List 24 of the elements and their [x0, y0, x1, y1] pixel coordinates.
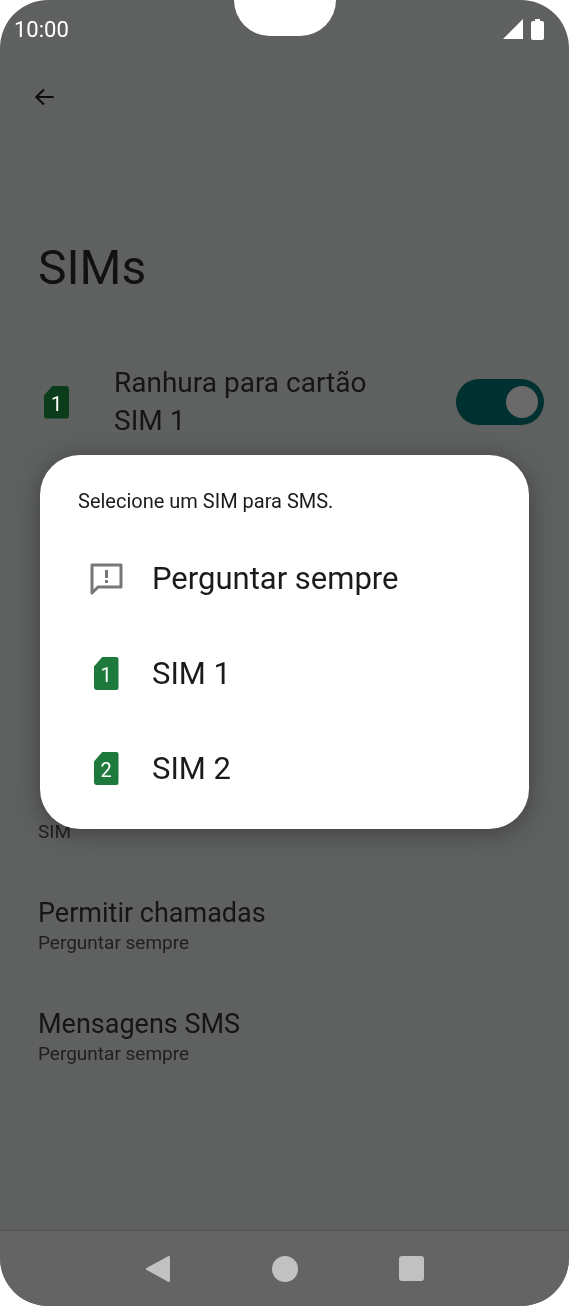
sim-card-icon: 1 [93, 657, 119, 690]
toggle-switch[interactable] [456, 379, 544, 425]
dialog-option[interactable]: 2 SIM 2 [40, 721, 529, 816]
dialog-option[interactable]: Perguntar sempre [40, 531, 529, 626]
signal-icon [503, 19, 523, 39]
message-alert-icon [89, 562, 123, 595]
nav-home-icon[interactable] [271, 1254, 299, 1283]
dialog-option[interactable]: 1 SIM 1 [40, 626, 529, 721]
sim-slot-label: Ranhura para cartão SIM 1 [114, 365, 368, 439]
sim-card-icon: 2 [93, 752, 119, 785]
row-subtitle: SIM [37, 820, 73, 844]
setting-subtitle: Perguntar sempre [38, 930, 191, 956]
battery-icon [531, 18, 544, 40]
option-label: SIM 2 [152, 749, 231, 788]
setting-title: Mensagens SMS [38, 1007, 241, 1041]
page-title: SIMs [37, 240, 148, 296]
sim-card-icon: 1 [44, 385, 69, 419]
option-label: Perguntar sempre [152, 559, 399, 598]
clock: 10:00 [14, 15, 69, 44]
option-label: SIM 1 [152, 654, 231, 693]
dialog-title: Selecione um SIM para SMS. [78, 489, 334, 513]
setting-title: Permitir chamadas [38, 896, 266, 930]
nav-back-icon[interactable] [145, 1254, 171, 1283]
setting-subtitle: Perguntar sempre [38, 1041, 191, 1067]
